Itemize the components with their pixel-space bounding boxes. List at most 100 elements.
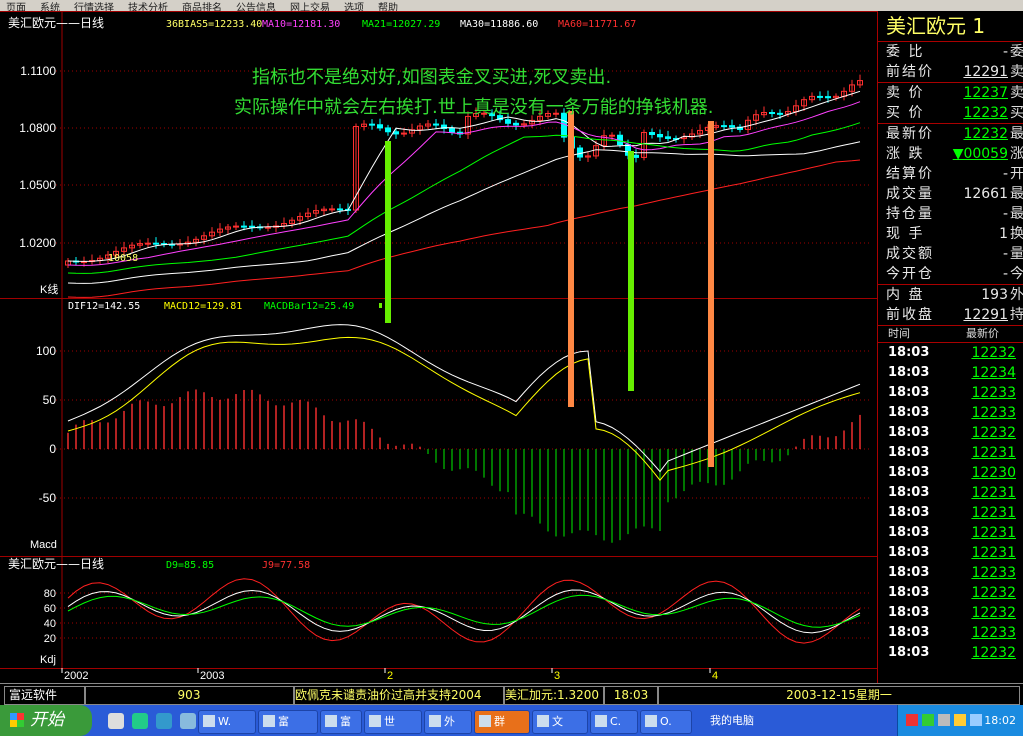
kdj-title: 美汇欧元——日线	[8, 557, 104, 571]
tick-row[interactable]: 18:03 12232	[878, 423, 1023, 443]
tick-row[interactable]: 18:03 12234	[878, 363, 1023, 383]
taskbar-button-label: 富	[340, 715, 351, 728]
quote-edge-label: 持	[1010, 307, 1023, 323]
tray-network-icon[interactable]	[938, 714, 950, 726]
taskbar-button[interactable]: 富	[258, 710, 318, 734]
tick-row[interactable]: 18:03 12233	[878, 383, 1023, 403]
quote-value: -	[1002, 44, 1008, 60]
candle-body	[369, 123, 375, 126]
candle-body	[505, 119, 511, 124]
time-tick-label: 3	[554, 670, 560, 682]
time-tick-label: 2002	[64, 670, 88, 682]
tray-alert-icon[interactable]	[906, 714, 918, 726]
menu-item-0[interactable]: 页面	[0, 3, 34, 11]
tick-price: 12234	[971, 365, 1016, 381]
tray-app-icon[interactable]	[970, 714, 982, 726]
tick-price: 12231	[971, 485, 1016, 501]
chart-area[interactable]: 1.1100 1.0800 1.0500 1.0200 100 50 0 -50 80 60 40 2…	[0, 11, 877, 683]
quote-value: -	[1002, 266, 1008, 282]
tick-row[interactable]: 18:03 12231	[878, 523, 1023, 543]
taskbar-button-label: W.	[218, 715, 232, 728]
tick-header-price: 最新价	[966, 327, 999, 340]
status-time: 18:03	[604, 686, 658, 705]
taskbar-button[interactable]: 世	[364, 710, 422, 734]
quote-value: 12661	[963, 186, 1008, 202]
start-button[interactable]: 开始	[0, 705, 92, 736]
browser-icon[interactable]	[156, 713, 172, 729]
menu-item-4[interactable]: 商品排名	[176, 3, 230, 11]
taskbar-button[interactable]: 富	[320, 710, 362, 734]
quote-edge-label: 卖	[1010, 85, 1023, 101]
folder-icon[interactable]	[180, 713, 196, 729]
quote-value: 1	[999, 226, 1008, 242]
price-tick-label: 1.1100	[20, 64, 56, 78]
candle-body	[241, 225, 247, 228]
status-news[interactable]: 欧佩克未谴责油价过高并支持2004	[294, 686, 504, 705]
price-tick-label: 1.0800	[19, 121, 56, 135]
tick-row[interactable]: 18:03 12232	[878, 343, 1023, 363]
tick-row[interactable]: 18:03 12231	[878, 483, 1023, 503]
taskbar-button[interactable]: W.	[198, 710, 256, 734]
desktop-icon[interactable]	[132, 713, 148, 729]
window-icon	[369, 715, 381, 727]
window-icon	[595, 715, 607, 727]
tick-time: 18:03	[888, 465, 930, 480]
quote-label: 成交额	[886, 246, 934, 262]
quote-edge-label: 外	[1010, 287, 1023, 303]
tick-row[interactable]: 18:03 12232	[878, 643, 1023, 663]
tick-time: 18:03	[888, 505, 930, 520]
candle-body	[777, 112, 783, 115]
tick-row[interactable]: 18:03 12231	[878, 543, 1023, 563]
quote-row: 卖 价 12237 卖	[878, 82, 1023, 103]
candle-body	[249, 225, 255, 228]
candle-body	[401, 132, 407, 135]
price-tick-label: 1.0500	[19, 178, 56, 192]
menu-item-3[interactable]: 技术分析	[122, 3, 176, 11]
macd-tick-label: -50	[39, 491, 57, 505]
menu-item-5[interactable]: 公告信息	[230, 3, 284, 11]
menu-bar: 页面 系统 行情选择 技术分析 商品排名 公告信息 网上交易 选项 帮助	[0, 0, 1023, 11]
taskbar-button[interactable]: C.	[590, 710, 638, 734]
my-computer-label[interactable]: 我的电脑	[710, 705, 754, 736]
tick-row[interactable]: 18:03 12232	[878, 583, 1023, 603]
tick-row[interactable]: 18:03 12233	[878, 563, 1023, 583]
quote-edge-label: 换	[1010, 226, 1023, 242]
tick-row[interactable]: 18:03 12231	[878, 503, 1023, 523]
taskbar-button[interactable]: 文	[532, 710, 588, 734]
tick-row[interactable]: 18:03 12233	[878, 623, 1023, 643]
tick-price: 12233	[971, 385, 1016, 401]
tick-header: 时间 最新价	[878, 325, 1023, 343]
menu-item-7[interactable]: 选项	[338, 3, 372, 11]
tray-volume-icon[interactable]	[954, 714, 966, 726]
quote-label: 持仓量	[886, 206, 934, 222]
menu-item-2[interactable]: 行情选择	[68, 3, 122, 11]
tick-list[interactable]: 18:03 12232 18:03 12234 18:03 12233 18:03 12233…	[878, 343, 1023, 663]
taskbar-button[interactable]: O.	[640, 710, 692, 734]
quote-row: 前结价 12291 卖	[878, 62, 1023, 82]
tick-row[interactable]: 18:03 12231	[878, 443, 1023, 463]
macd-tick-label: 0	[49, 442, 56, 456]
tick-time: 18:03	[888, 545, 930, 560]
buy-marker	[385, 141, 391, 323]
media-player-icon[interactable]	[108, 713, 124, 729]
quote-label: 现 手	[886, 226, 925, 242]
tick-row[interactable]: 18:03 12230	[878, 463, 1023, 483]
dif-label: DIF12=142.55	[68, 301, 140, 312]
taskbar-button[interactable]: 外	[424, 710, 472, 734]
taskbar-clock: 18:02	[984, 714, 1016, 727]
quote-row: 成交额 - 量	[878, 244, 1023, 264]
quote-label: 买 价	[886, 105, 925, 121]
menu-item-1[interactable]: 系统	[34, 3, 68, 11]
tick-row[interactable]: 18:03 12232	[878, 603, 1023, 623]
candle-body	[433, 123, 439, 126]
quote-value: -	[1002, 206, 1008, 222]
tray-shield-icon[interactable]	[922, 714, 934, 726]
menu-item-6[interactable]: 网上交易	[284, 3, 338, 11]
candle-body	[817, 95, 823, 98]
quote-row: 成交量 12661 最	[878, 184, 1023, 204]
time-tick-label: 4	[712, 670, 718, 682]
menu-item-8[interactable]: 帮助	[372, 3, 406, 11]
tick-row[interactable]: 18:03 12233	[878, 403, 1023, 423]
taskbar-button[interactable]: 群	[474, 710, 530, 734]
quote-label: 成交量	[886, 186, 934, 202]
